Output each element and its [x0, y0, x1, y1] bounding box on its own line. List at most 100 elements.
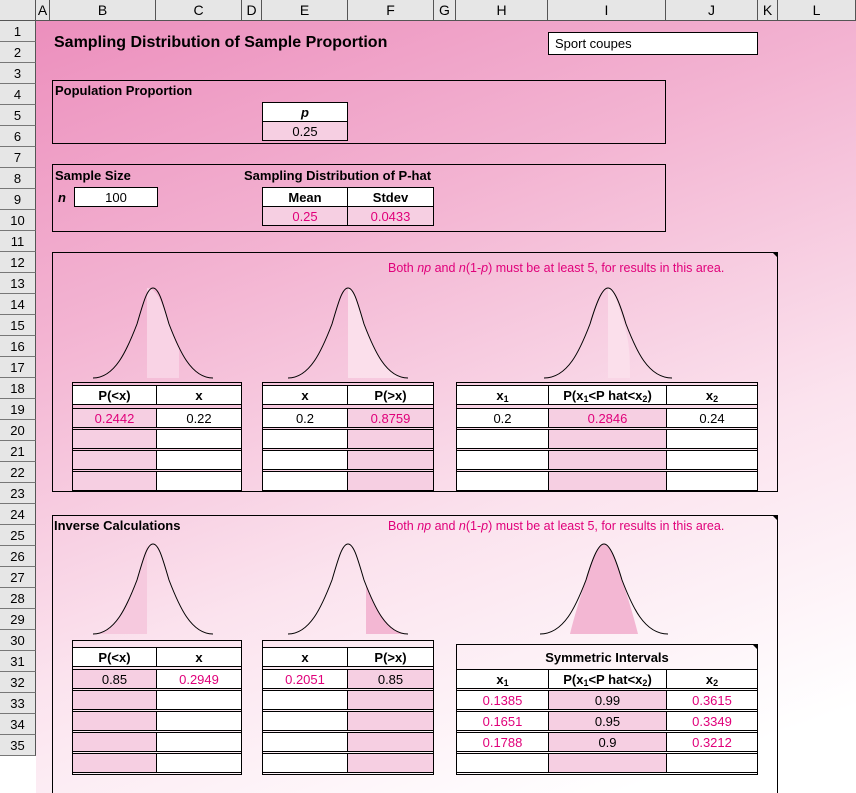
mean-value: 0.25 — [262, 206, 348, 226]
greater-p-empty — [347, 450, 434, 470]
sym-p-input[interactable]: 0.9 — [548, 732, 667, 752]
row-header[interactable]: 4 — [0, 84, 36, 105]
between-x2-input[interactable]: 0.24 — [666, 408, 758, 428]
col-header-G[interactable]: G — [434, 0, 456, 21]
greater-x-empty[interactable] — [262, 471, 348, 491]
col-header-L[interactable]: L — [778, 0, 856, 21]
row-header[interactable]: 16 — [0, 336, 36, 357]
row-header[interactable]: 15 — [0, 315, 36, 336]
row-header[interactable]: 32 — [0, 672, 36, 693]
greater-p-empty — [347, 429, 434, 449]
inv-less-p-empty[interactable] — [72, 690, 157, 710]
inv-greater-p-input[interactable]: 0.85 — [347, 669, 434, 689]
inv-greater-p-empty[interactable] — [347, 753, 434, 773]
row-header[interactable]: 1 — [0, 21, 36, 42]
col-header-B[interactable]: B — [50, 0, 156, 21]
row-header[interactable]: 10 — [0, 210, 36, 231]
left-tail-curve — [92, 287, 214, 379]
between-x2-empty[interactable] — [666, 471, 758, 491]
row-header[interactable]: 7 — [0, 147, 36, 168]
inv-greater-p-empty[interactable] — [347, 711, 434, 731]
row-header[interactable]: 35 — [0, 735, 36, 756]
sym-p-input[interactable]: 0.95 — [548, 711, 667, 731]
row-header[interactable]: 2 — [0, 42, 36, 63]
between-x1-input[interactable]: 0.2 — [456, 408, 549, 428]
greater-x-empty[interactable] — [262, 450, 348, 470]
row-header[interactable]: 9 — [0, 189, 36, 210]
dataset-name-field[interactable]: Sport coupes — [548, 32, 758, 55]
less-p-empty — [72, 429, 157, 449]
col-header-F[interactable]: F — [348, 0, 434, 21]
inv-less-p-empty[interactable] — [72, 753, 157, 773]
between-x2-empty[interactable] — [666, 429, 758, 449]
col-header-H[interactable]: H — [456, 0, 548, 21]
between-x2-empty[interactable] — [666, 450, 758, 470]
inv-less-p-empty[interactable] — [72, 711, 157, 731]
row-header[interactable]: 22 — [0, 462, 36, 483]
row-header[interactable]: 3 — [0, 63, 36, 84]
less-p-empty — [72, 450, 157, 470]
row-header[interactable]: 30 — [0, 630, 36, 651]
row-header[interactable]: 13 — [0, 273, 36, 294]
inv-less-p-empty[interactable] — [72, 732, 157, 752]
row-header[interactable]: 31 — [0, 651, 36, 672]
stdev-header: Stdev — [347, 187, 434, 207]
select-all-corner[interactable] — [0, 0, 36, 21]
col-header-E[interactable]: E — [262, 0, 348, 21]
row-header[interactable]: 29 — [0, 609, 36, 630]
between-p-header: P(x1<P hat<x2) — [548, 385, 667, 405]
row-header[interactable]: 27 — [0, 567, 36, 588]
row-header[interactable]: 18 — [0, 378, 36, 399]
row-header[interactable]: 33 — [0, 693, 36, 714]
greater-x-empty[interactable] — [262, 429, 348, 449]
less-x-empty[interactable] — [156, 429, 242, 449]
row-header[interactable]: 6 — [0, 126, 36, 147]
sym-p-input[interactable]: 0.99 — [548, 690, 667, 710]
sym-p-empty[interactable] — [548, 753, 667, 773]
row-header[interactable]: 23 — [0, 483, 36, 504]
greater-p-value: 0.8759 — [347, 408, 434, 428]
p-input[interactable]: 0.25 — [262, 121, 348, 141]
between-x1-empty[interactable] — [456, 450, 549, 470]
symmetric-interval-curve — [539, 543, 669, 635]
inv-greater-p-empty[interactable] — [347, 732, 434, 752]
inv-greater-x-value: 0.2051 — [262, 669, 348, 689]
inv-greater-x-empty — [262, 690, 348, 710]
col-header-J[interactable]: J — [666, 0, 758, 21]
between-x1-empty[interactable] — [456, 429, 549, 449]
row-header[interactable]: 28 — [0, 588, 36, 609]
row-header[interactable]: 14 — [0, 294, 36, 315]
row-header[interactable]: 11 — [0, 231, 36, 252]
inv-less-x-empty — [156, 732, 242, 752]
stdev-value: 0.0433 — [347, 206, 434, 226]
row-header[interactable]: 19 — [0, 399, 36, 420]
row-header[interactable]: 12 — [0, 252, 36, 273]
row-header[interactable]: 5 — [0, 105, 36, 126]
inv-greater-p-empty[interactable] — [347, 690, 434, 710]
between-p-empty — [548, 429, 667, 449]
col-header-A[interactable]: A — [36, 0, 50, 21]
row-header[interactable]: 21 — [0, 441, 36, 462]
n-label: n — [58, 190, 66, 205]
inv-greater-p-header: P(>x) — [347, 647, 434, 667]
col-header-I[interactable]: I — [548, 0, 666, 21]
less-x-empty[interactable] — [156, 450, 242, 470]
sym-x2-value: 0.3212 — [666, 732, 758, 752]
col-header-K[interactable]: K — [758, 0, 778, 21]
row-header[interactable]: 25 — [0, 525, 36, 546]
greater-x-input[interactable]: 0.2 — [262, 408, 348, 428]
less-x-empty[interactable] — [156, 471, 242, 491]
less-x-input[interactable]: 0.22 — [156, 408, 242, 428]
row-header[interactable]: 34 — [0, 714, 36, 735]
inv-less-p-input[interactable]: 0.85 — [72, 669, 157, 689]
col-header-D[interactable]: D — [242, 0, 262, 21]
row-header[interactable]: 17 — [0, 357, 36, 378]
row-header[interactable]: 26 — [0, 546, 36, 567]
between-x1-empty[interactable] — [456, 471, 549, 491]
inv-less-x-empty — [156, 690, 242, 710]
n-input[interactable]: 100 — [74, 187, 158, 207]
row-header[interactable]: 24 — [0, 504, 36, 525]
col-header-C[interactable]: C — [156, 0, 242, 21]
row-header[interactable]: 8 — [0, 168, 36, 189]
row-header[interactable]: 20 — [0, 420, 36, 441]
